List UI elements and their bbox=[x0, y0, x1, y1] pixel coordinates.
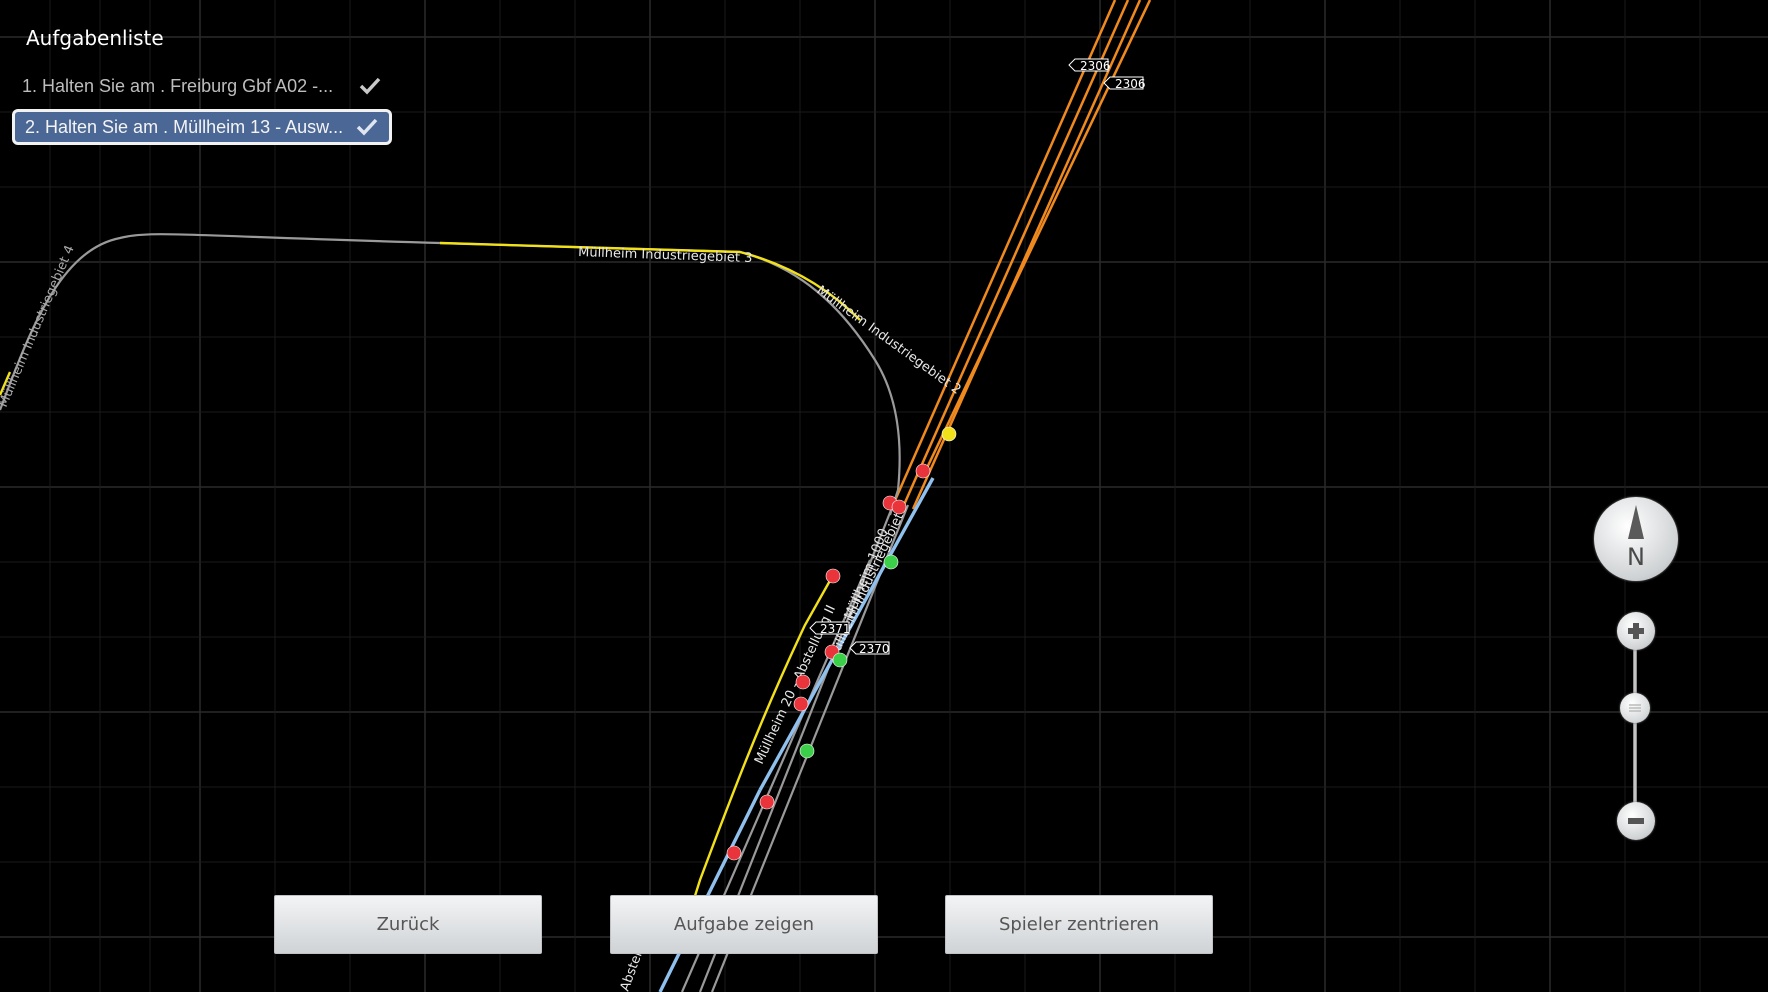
signal-tag-2371: 2371 bbox=[809, 621, 851, 636]
checkmark-icon bbox=[356, 118, 378, 136]
svg-text:2306: 2306 bbox=[1115, 77, 1146, 91]
signal-red bbox=[793, 696, 809, 712]
back-button[interactable]: Zurück bbox=[274, 895, 542, 954]
zoom-slider-handle[interactable] bbox=[1620, 693, 1650, 723]
show-task-button[interactable]: Aufgabe zeigen bbox=[610, 895, 878, 954]
track-label-industriegebiet-3: Müllheim Industriegebiet 3 bbox=[578, 245, 753, 266]
signal-red bbox=[726, 845, 742, 861]
zoom-out-button[interactable] bbox=[1617, 802, 1655, 840]
svg-text:2371: 2371 bbox=[820, 622, 851, 636]
compass-north-label: N bbox=[1627, 543, 1645, 571]
signal-green bbox=[832, 652, 848, 668]
track-label-industriegebiet-4: Müllheim Industriegebiet 4 bbox=[0, 243, 78, 409]
signal-red bbox=[795, 674, 811, 690]
signal-tags: 2306 2306 2371 2370 bbox=[809, 58, 1146, 656]
svg-text:2370: 2370 bbox=[859, 642, 890, 656]
task-item-2[interactable]: 2. Halten Sie am . Müllheim 13 - Ausw... bbox=[12, 109, 392, 145]
signal-tag-2370: 2370 bbox=[849, 641, 890, 656]
checkmark-icon bbox=[359, 77, 381, 95]
signal-green bbox=[799, 743, 815, 759]
signal-green bbox=[883, 554, 899, 570]
task-item-label: 2. Halten Sie am . Müllheim 13 - Ausw... bbox=[25, 116, 344, 137]
signal-red bbox=[915, 463, 931, 479]
signal-red bbox=[825, 568, 841, 584]
main-line-tracks bbox=[891, 0, 1152, 510]
zoom-in-button[interactable] bbox=[1617, 612, 1655, 650]
signal-tag-2306-a: 2306 bbox=[1068, 58, 1111, 73]
task-item-1[interactable]: 1. Halten Sie am . Freiburg Gbf A02 -... bbox=[12, 68, 392, 104]
task-list-title: Aufgabenliste bbox=[26, 26, 164, 50]
center-player-button[interactable]: Spieler zentrieren bbox=[945, 895, 1213, 954]
minus-icon bbox=[1628, 818, 1644, 824]
compass-needle-icon: N bbox=[1627, 505, 1645, 571]
task-item-label: 1. Halten Sie am . Freiburg Gbf A02 -... bbox=[22, 75, 334, 96]
yellow-tracks bbox=[0, 241, 861, 951]
signal-red bbox=[891, 499, 907, 515]
signal-yellow bbox=[941, 426, 957, 442]
gray-tracks bbox=[0, 233, 910, 992]
signal-red bbox=[759, 794, 775, 810]
task-list-panel: Aufgabenliste 1. Halten Sie am . Freibur… bbox=[12, 20, 392, 150]
grip-icon bbox=[1629, 704, 1641, 712]
track-labels: Müllheim Industriegebiet 4 Müllheim Indu… bbox=[0, 243, 964, 992]
zoom-slider-track[interactable] bbox=[1633, 640, 1637, 820]
plus-icon bbox=[1628, 623, 1644, 639]
track-label-industriegebiet-2: Müllheim Industriegebiet 2 bbox=[814, 283, 964, 398]
compass-button[interactable]: N bbox=[1594, 497, 1678, 581]
signal-tag-2306-b: 2306 bbox=[1103, 76, 1146, 91]
svg-text:2306: 2306 bbox=[1080, 59, 1111, 73]
